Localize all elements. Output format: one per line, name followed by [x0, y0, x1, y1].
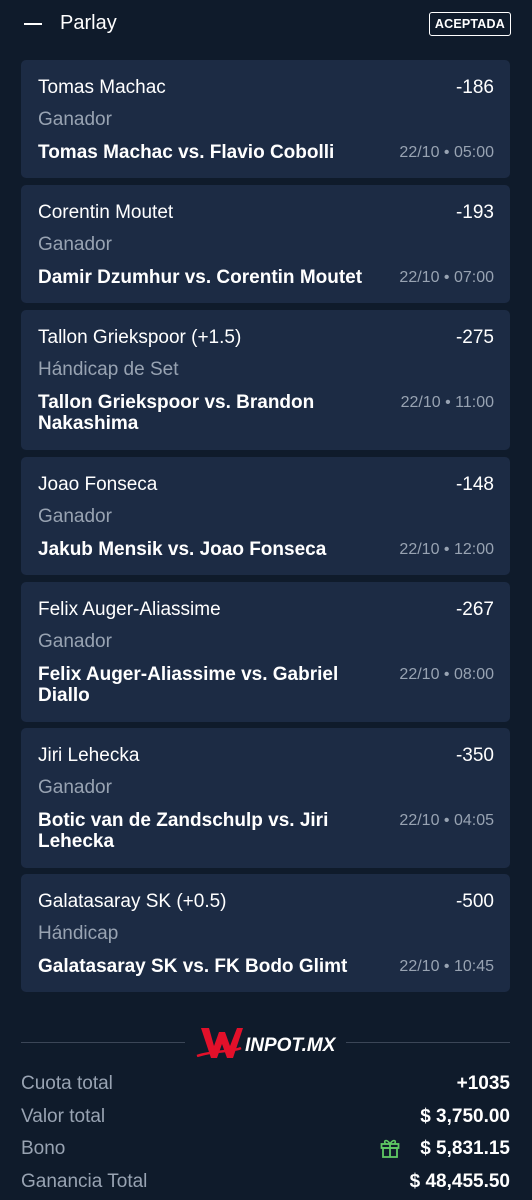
selection-name: Felix Auger-Aliassime	[38, 599, 221, 620]
bonus-row: Bono $ 5,831.15	[21, 1135, 510, 1168]
minus-icon[interactable]	[22, 16, 44, 32]
event-time: 22/10 • 11:00	[400, 394, 494, 411]
divider-line	[346, 1042, 510, 1043]
market-name: Ganador	[38, 777, 112, 798]
event-time: 22/10 • 07:00	[399, 269, 494, 286]
brand-divider: INPOT.MX	[21, 1016, 510, 1068]
bonus-label: Bono	[21, 1138, 66, 1159]
selection-odds: -500	[455, 891, 494, 912]
bet-card: Felix Auger-Aliassime -267 Ganador Felix…	[21, 582, 510, 722]
selection-name: Tallon Griekspoor (+1.5)	[38, 327, 242, 348]
stake-row: Valor total $ 3,750.00	[21, 1103, 510, 1136]
market-name: Hándicap	[38, 923, 119, 944]
winnings-value: $ 48,455.50	[409, 1170, 510, 1192]
selection-odds: -186	[455, 77, 494, 98]
bet-card: Joao Fonseca -148 Ganador Jakub Mensik v…	[21, 457, 510, 575]
stake-value: $ 3,750.00	[420, 1105, 510, 1127]
bet-card: Jiri Lehecka -350 Ganador Botic van de Z…	[21, 728, 510, 868]
selection-odds: -267	[455, 599, 494, 620]
selection-name: Tomas Machac	[38, 77, 166, 98]
event-time: 22/10 • 08:00	[399, 666, 494, 683]
header-title: Parlay	[60, 12, 117, 34]
total-odds-row: Cuota total +1035	[21, 1070, 510, 1103]
selection-odds: -148	[455, 474, 494, 495]
event-time: 22/10 • 10:45	[399, 958, 494, 975]
event-time: 22/10 • 12:00	[399, 541, 494, 558]
gift-icon	[380, 1139, 400, 1158]
event-time: 22/10 • 05:00	[399, 144, 494, 161]
selection-odds: -275	[455, 327, 494, 348]
svg-text:INPOT.MX: INPOT.MX	[245, 1035, 337, 1056]
market-name: Ganador	[38, 109, 112, 130]
event-name: Botic van de Zandschulp vs. Jiri Lehecka	[38, 810, 329, 852]
parlay-header[interactable]: Parlay ACEPTADA	[0, 0, 532, 48]
bet-card: Galatasaray SK (+0.5) -500 Hándicap Gala…	[21, 874, 510, 992]
selection-name: Corentin Moutet	[38, 202, 174, 223]
event-time: 22/10 • 04:05	[399, 812, 494, 829]
market-name: Ganador	[38, 631, 112, 652]
total-odds-label: Cuota total	[21, 1073, 113, 1094]
bet-summary: Cuota total +1035 Valor total $ 3,750.00…	[21, 1070, 510, 1200]
market-name: Ganador	[38, 506, 112, 527]
event-name: Felix Auger-Aliassime vs. Gabriel Diallo	[38, 664, 339, 706]
bet-card: Tallon Griekspoor (+1.5) -275 Hándicap d…	[21, 310, 510, 450]
stake-label: Valor total	[21, 1105, 106, 1127]
event-name: Tomas Machac vs. Flavio Cobolli	[38, 142, 335, 163]
selection-name: Jiri Lehecka	[38, 745, 140, 766]
event-name: Jakub Mensik vs. Joao Fonseca	[38, 539, 327, 560]
selection-odds: -193	[455, 202, 494, 223]
selection-name: Joao Fonseca	[38, 474, 158, 495]
status-badge: ACEPTADA	[428, 12, 511, 36]
bonus-value: $ 5,831.15	[420, 1138, 510, 1159]
event-name: Galatasaray SK vs. FK Bodo Glimt	[38, 956, 348, 977]
market-name: Hándicap de Set	[38, 359, 179, 380]
selection-name: Galatasaray SK (+0.5)	[38, 891, 227, 912]
winnings-row: Ganancia Total $ 48,455.50	[21, 1168, 510, 1200]
market-name: Ganador	[38, 234, 112, 255]
selection-odds: -350	[455, 745, 494, 766]
event-name: Damir Dzumhur vs. Corentin Moutet	[38, 267, 363, 288]
event-name: Tallon Griekspoor vs. Brandon Nakashima	[38, 392, 315, 434]
bet-card: Corentin Moutet -193 Ganador Damir Dzumh…	[21, 185, 510, 303]
total-odds-value: +1035	[456, 1073, 510, 1094]
divider-line	[21, 1042, 185, 1043]
winnings-label: Ganancia Total	[21, 1170, 148, 1192]
winpot-logo: INPOT.MX	[196, 1028, 337, 1058]
bet-card: Tomas Machac -186 Ganador Tomas Machac v…	[21, 60, 510, 178]
